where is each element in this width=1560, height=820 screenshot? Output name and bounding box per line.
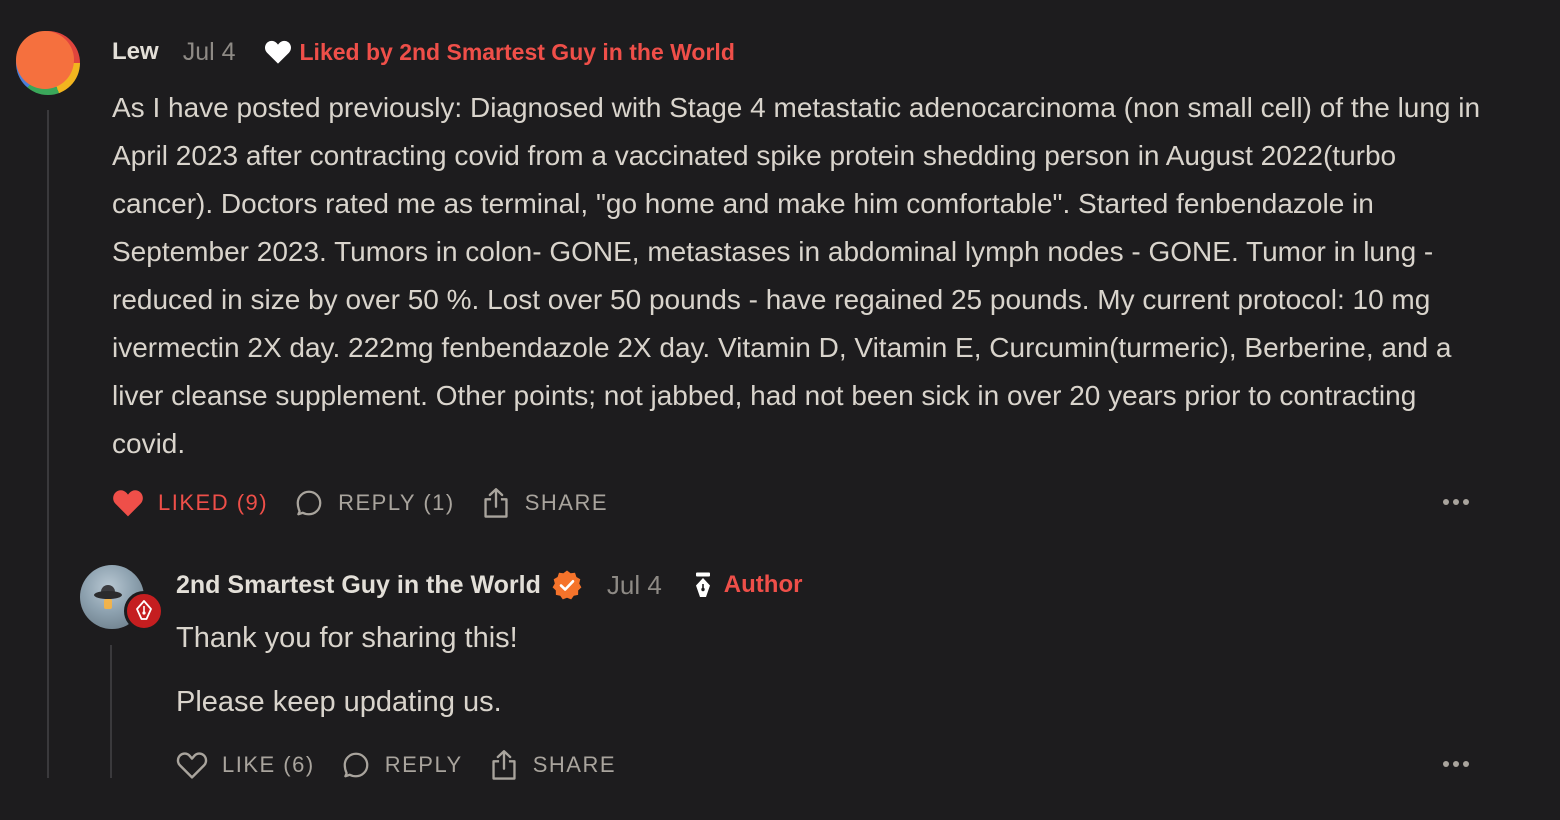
share-button[interactable]: SHARE [481,487,608,519]
avatar[interactable] [16,31,80,95]
comment-header: Lew Jul 4 Liked by 2nd Smartest Guy in t… [112,34,735,70]
verified-icon [552,570,582,600]
author-tag: Author [692,571,803,599]
reply-header: 2nd Smartest Guy in the World Jul 4 Auth… [176,566,802,604]
heart-icon [264,40,291,64]
more-icon[interactable] [1443,761,1469,769]
reply-actions: LIKE (6) REPLY SHARE [176,748,642,782]
ufo-beam [104,599,112,609]
reply-thread-line[interactable] [110,645,112,778]
author-badge [124,591,164,631]
author-label: Author [723,571,803,598]
ufo-body [94,591,122,599]
share-button[interactable]: SHARE [489,749,616,781]
reply-date[interactable]: Jul 4 [607,570,662,601]
comment-icon [296,490,322,516]
thread-line[interactable] [47,110,49,778]
reply-paragraph: Thank you for sharing this! [176,622,518,654]
share-icon [492,750,516,780]
more-icon[interactable] [1443,499,1469,507]
pen-nib-icon [136,600,152,620]
reply-paragraph: Please keep updating us. [176,686,502,718]
like-label: LIKE (6) [222,752,315,777]
liked-by-label: Liked by 2nd Smartest Guy in the World [299,38,735,65]
liked-by-author: Liked by 2nd Smartest Guy in the World [264,39,735,66]
like-button[interactable]: LIKED (9) [112,488,268,518]
comment-body: As I have posted previously: Diagnosed w… [112,92,1481,459]
share-label: SHARE [532,752,617,777]
reply-button[interactable]: REPLY (1) [294,488,455,518]
heart-icon [113,490,143,517]
comment-author-name[interactable]: Lew [112,38,159,66]
like-button[interactable]: LIKE (6) [176,750,315,780]
share-label: SHARE [524,490,609,515]
like-label: LIKED (9) [158,490,269,515]
heart-icon [176,752,208,779]
comment-actions: LIKED (9) REPLY (1) SHARE [112,486,634,520]
reply-label: REPLY (1) [338,490,455,515]
reply-button[interactable]: REPLY [341,750,463,780]
comment-date[interactable]: Jul 4 [183,38,236,67]
share-icon [484,488,508,518]
reply-label: REPLY [384,752,463,777]
comment-icon [343,752,369,778]
reply-author-name[interactable]: 2nd Smartest Guy in the World [176,571,541,600]
pen-nib-icon [695,572,710,597]
